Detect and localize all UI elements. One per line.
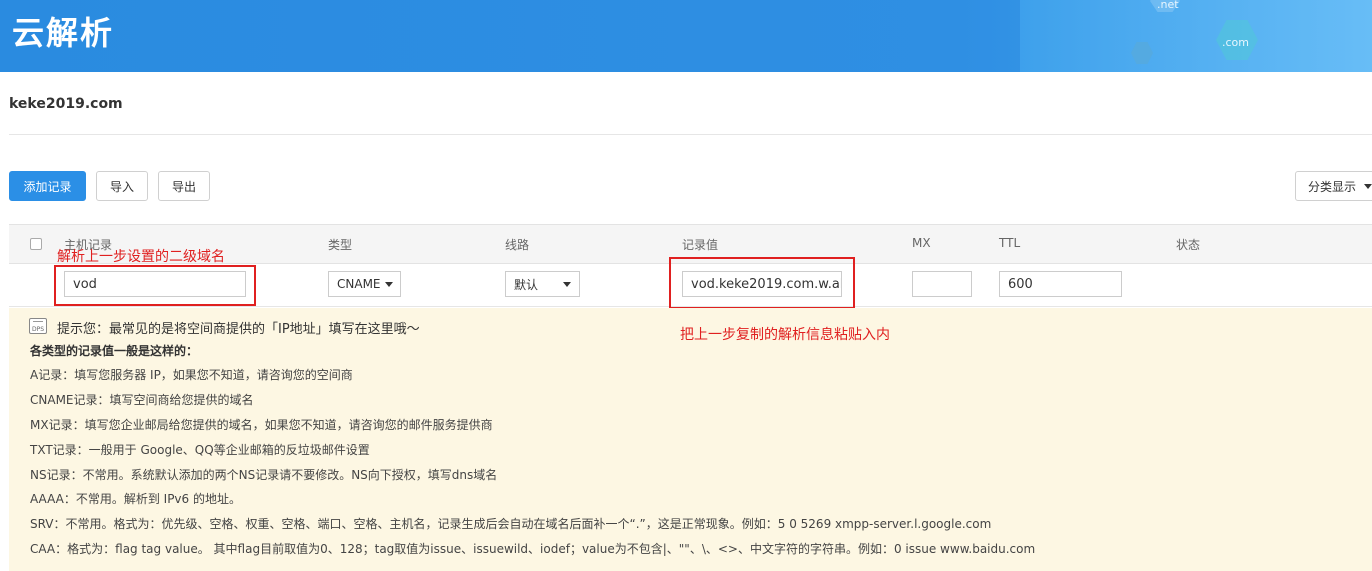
- hint-line-mx: MX记录：填写您企业邮局给您提供的域名，如果您不知道，请咨询您的邮件服务提供商: [30, 418, 493, 432]
- hint-line-txt: TXT记录：一般用于 Google、QQ等企业邮箱的反垃圾邮件设置: [30, 443, 370, 457]
- category-view-dropdown[interactable]: 分类显示: [1295, 171, 1372, 201]
- record-type-value: CNAME: [337, 277, 381, 291]
- deco-com-label: .com: [1222, 36, 1249, 49]
- column-header-status: 状态: [1176, 238, 1201, 252]
- category-view-label: 分类显示: [1308, 179, 1357, 194]
- value-annotation: 把上一步复制的解析信息粘贴入内: [680, 327, 890, 343]
- hint-line-cname: CNAME记录：填写空间商给您提供的域名: [30, 393, 254, 407]
- column-header-type: 类型: [328, 238, 353, 252]
- add-record-button[interactable]: 添加记录: [9, 171, 86, 201]
- column-header-mx: MX: [912, 236, 931, 250]
- domain-title: keke2019.com: [9, 96, 123, 112]
- hint-line-ns: NS记录：不常用。系统默认添加的两个NS记录请不要修改。NS向下授权，填写dns…: [30, 468, 498, 482]
- host-highlight-box: [54, 265, 256, 306]
- chevron-down-icon: [563, 281, 571, 287]
- ttl-input[interactable]: 600: [999, 271, 1122, 297]
- column-header-ttl: TTL: [999, 236, 1021, 250]
- divider: [9, 134, 1372, 135]
- export-button[interactable]: 导出: [158, 171, 210, 201]
- mx-input[interactable]: [912, 271, 972, 297]
- import-button[interactable]: 导入: [96, 171, 148, 201]
- dps-icon: DPS: [29, 318, 47, 334]
- column-header-value: 记录值: [682, 238, 719, 252]
- header-decoration: [1020, 0, 1372, 72]
- line-select[interactable]: 默认: [505, 271, 580, 297]
- column-header-line: 线路: [505, 238, 530, 252]
- hint-subtitle: 各类型的记录值一般是这样的：: [30, 344, 199, 358]
- app-header: .net .com 云解析: [0, 0, 1372, 72]
- host-annotation: 解析上一步设置的二级域名: [57, 249, 225, 265]
- line-value: 默认: [514, 277, 539, 292]
- chevron-down-icon: [1364, 183, 1372, 189]
- app-logo[interactable]: 云解析: [12, 8, 114, 54]
- deco-net-label: .net: [1157, 0, 1179, 11]
- hint-title: 提示您：最常见的是将空间商提供的「IP地址」填写在这里哦～: [57, 322, 420, 337]
- hint-line-caa: CAA：格式为：flag tag value。 其中flag目前取值为0、128…: [30, 542, 1036, 556]
- value-highlight-box: [669, 257, 855, 309]
- hint-line-aaaa: AAAA：不常用。解析到 IPv6 的地址。: [30, 492, 241, 506]
- chevron-down-icon: [384, 281, 393, 287]
- select-all-checkbox[interactable]: [30, 238, 42, 250]
- hint-line-a: A记录：填写您服务器 IP，如果您不知道，请咨询您的空间商: [30, 368, 353, 382]
- record-type-select[interactable]: CNAME: [328, 271, 401, 297]
- hint-line-srv: SRV：不常用。格式为：优先级、空格、权重、空格、端口、空格、主机名，记录生成后…: [30, 517, 992, 531]
